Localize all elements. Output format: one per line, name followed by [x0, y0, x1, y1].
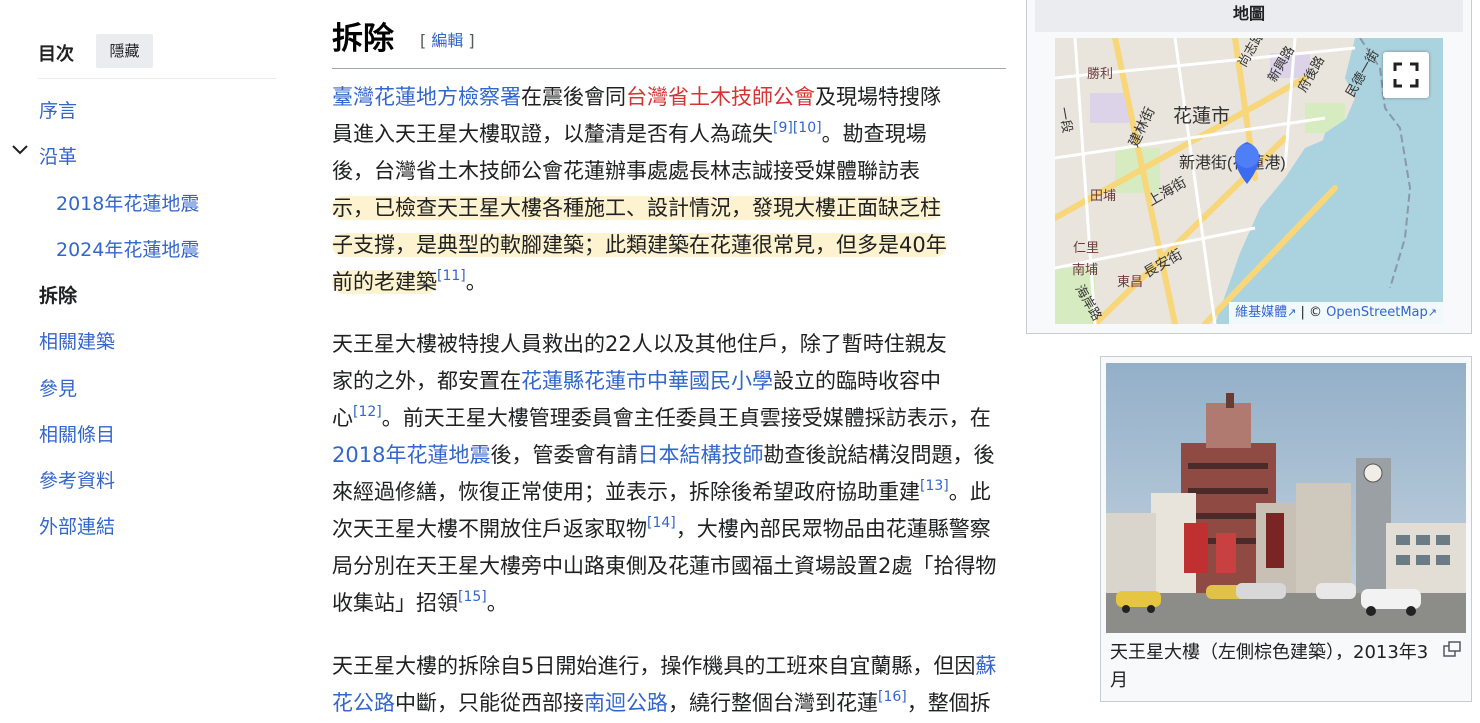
ref-9[interactable]: [9] — [773, 120, 793, 136]
map-label-hualien-city: 花蓮市 — [1173, 105, 1230, 127]
toc-header: 目次 隱藏 — [38, 34, 276, 79]
text: ，繞行整個台灣到花蓮 — [668, 691, 878, 715]
map-label-shengli: 勝利 — [1087, 66, 1113, 81]
edit-section: [ 編輯 ] — [420, 30, 475, 52]
highlighted-text: 示，已檢查天王星大樓各種施工、設計情況，發現大樓正面缺乏柱 — [332, 196, 941, 220]
chevron-down-icon[interactable] — [10, 140, 30, 160]
text: 收集站」招領 — [332, 591, 458, 615]
fullscreen-button[interactable] — [1383, 52, 1429, 98]
map-attribution: 維基媒體↗ | © OpenStreetMap↗ — [1229, 302, 1443, 324]
text-line: 局分別在天王星大樓旁中山路東側及花蓮市國福土資場設置2處「拾得物 — [332, 554, 997, 578]
text: 。 — [486, 591, 508, 615]
link-prosecutors-office[interactable]: 臺灣花蓮地方檢察署 — [332, 85, 521, 109]
text-line: 後，台灣省土木技師公會花蓮辦事處處長林志誠接受媒體聯訪表 — [332, 159, 920, 183]
paragraph-1: 臺灣花蓮地方檢察署在震後會同台灣省土木技師公會及現場特搜隊 員進入天王星大樓取證… — [332, 79, 1012, 301]
text: ，大樓內部民眾物品由花蓮縣警察 — [675, 517, 991, 541]
text-line: 天王星大樓被特搜人員救出的22人以及其他住戶，除了暫時住親友 — [332, 332, 947, 356]
ref-10[interactable]: [10] — [793, 120, 822, 136]
map-label-xingang: 新港街(花蓮港) — [1179, 154, 1286, 172]
attribution-osm-link[interactable]: OpenStreetMap — [1326, 305, 1428, 320]
edit-link[interactable]: 編輯 — [431, 31, 463, 50]
ref-16[interactable]: [16] — [878, 689, 907, 705]
map-header: 地圖 — [1035, 0, 1463, 32]
map-label-renli: 仁里 — [1073, 240, 1099, 255]
ref-14[interactable]: [14] — [647, 515, 676, 531]
toc-item-demolition[interactable]: 拆除 — [39, 283, 77, 309]
text: 。前天王星大樓管理委員會主任委員王貞雲接受媒體採訪表示，在 — [381, 406, 991, 430]
toc-title: 目次 — [38, 44, 74, 65]
map-label-dongji: 東昌 — [1117, 274, 1143, 289]
map-label-nanpu: 南埔 — [1072, 262, 1098, 277]
attribution-separator: | © — [1296, 305, 1327, 320]
toc-item-history[interactable]: 沿革 — [39, 144, 77, 170]
toc-item-2018-quake[interactable]: 2018年花蓮地震 — [56, 191, 199, 217]
ref-12[interactable]: [12] — [353, 404, 382, 420]
attribution-wikimedia-link[interactable]: 維基媒體 — [1235, 305, 1287, 320]
table-of-contents: 目次 隱藏 序言 沿革 2018年花蓮地震 2024年花蓮地震 拆除 相關建築 … — [0, 0, 300, 723]
text: 中斷，只能從西部接 — [395, 691, 584, 715]
text: 。 — [465, 270, 487, 294]
text: 天王星大樓的拆除自5日開始進行，操作機具的工班來自宜蘭縣，但因 — [332, 654, 976, 678]
toc-hide-button[interactable]: 隱藏 — [96, 34, 153, 68]
text: 員進入天王星大樓取證，以釐清是否有人為疏失 — [332, 122, 773, 146]
map-view[interactable]: 勝利 田埔 仁里 南埔 東昌 花蓮市 新港街(花蓮港) 上海街 建林街 長安街 … — [1055, 38, 1443, 324]
highlighted-text: 子支撐，是典型的軟腳建築；此類建築在花蓮很常見，但多是40年 — [332, 233, 947, 257]
edit-bracket-close: ] — [463, 31, 475, 50]
toc-item-2024-quake[interactable]: 2024年花蓮地震 — [56, 237, 199, 263]
toc-item-references[interactable]: 參考資料 — [39, 468, 115, 494]
toc-item-external-links[interactable]: 外部連結 — [39, 514, 115, 540]
link-zhonghua-school[interactable]: 花蓮縣花蓮市中華國民小學 — [521, 369, 773, 393]
link-suhua-highway-part2[interactable]: 花公路 — [332, 691, 395, 715]
link-japan-engineer[interactable]: 日本結構技師 — [637, 443, 763, 467]
link-2018-quake[interactable]: 2018年花蓮地震 — [332, 443, 490, 467]
image-infobox: 天王星大樓（左側棕色建築），2013年3月 — [1100, 356, 1472, 702]
text: 後，管委會有請 — [490, 443, 638, 467]
photo-graphic — [1106, 363, 1466, 633]
text: 。此 — [948, 480, 991, 504]
enlarge-icon[interactable] — [1443, 641, 1461, 657]
text: 在震後會同 — [521, 85, 626, 109]
ref-11[interactable]: [11] — [437, 268, 466, 284]
toc-item-related-buildings[interactable]: 相關建築 — [39, 329, 115, 355]
paragraph-2: 天王星大樓被特搜人員救出的22人以及其他住戶，除了暫時住親友 家的之外，都安置在… — [332, 326, 1062, 622]
toc-item-intro[interactable]: 序言 — [39, 98, 77, 124]
section-heading: 拆除 [ 編輯 ] — [332, 15, 1006, 69]
highlighted-text: 前的老建築 — [332, 270, 437, 294]
text: 及現場特搜隊 — [815, 85, 941, 109]
fullscreen-icon — [1393, 62, 1419, 88]
section-title: 拆除 — [332, 21, 394, 57]
text: 心 — [332, 406, 353, 430]
map-infobox: 地圖 勝利 田埔 仁里 南埔 東昌 花蓮市 新港街(花蓮港) 上海街 建林街 長… — [1026, 0, 1472, 334]
paragraph-3: 天王星大樓的拆除自5日開始進行，操作機具的工班來自宜蘭縣，但因蘇 花公路中斷，只… — [332, 648, 1062, 722]
toc-item-see-also[interactable]: 參見 — [39, 376, 77, 402]
building-photo[interactable] — [1106, 363, 1466, 633]
image-caption: 天王星大樓（左側棕色建築），2013年3月 — [1110, 642, 1429, 691]
text: 設立的臨時收容中 — [773, 369, 941, 393]
toc-item-related-articles[interactable]: 相關條目 — [39, 422, 115, 448]
text: ，整個拆 — [906, 691, 991, 715]
external-link-icon: ↗ — [1427, 306, 1437, 319]
ref-15[interactable]: [15] — [458, 589, 487, 605]
text: 。勘查現場 — [821, 122, 927, 146]
text: 次天王星大樓不開放住戶返家取物 — [332, 517, 647, 541]
link-south-link-highway[interactable]: 南迴公路 — [584, 691, 668, 715]
edit-bracket-open: [ — [420, 31, 432, 50]
map-label-tianpu: 田埔 — [1090, 188, 1116, 203]
text: 來經過修繕，恢復正常使用；並表示，拆除後希望政府協助重建 — [332, 480, 920, 504]
link-suhua-highway-part1[interactable]: 蘇 — [975, 654, 996, 678]
link-civil-engineers-guild[interactable]: 台灣省土木技師公會 — [626, 85, 815, 109]
text: 勘查後說結構沒問題，後 — [763, 443, 995, 467]
external-link-icon: ↗ — [1287, 306, 1297, 319]
text: 家的之外，都安置在 — [332, 369, 521, 393]
ref-13[interactable]: [13] — [920, 478, 949, 494]
